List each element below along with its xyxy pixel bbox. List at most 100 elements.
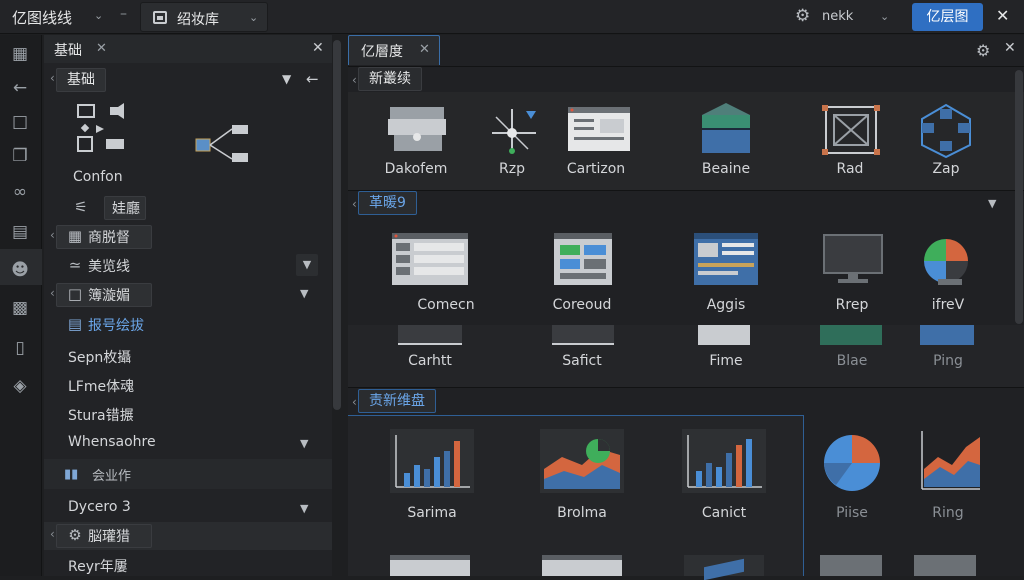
- grid-icon[interactable]: ▩: [9, 297, 31, 319]
- shape-tile[interactable]: Rrep: [804, 231, 900, 313]
- pie-icon: [824, 435, 880, 491]
- chevron-left-icon[interactable]: ‹: [50, 228, 55, 242]
- tile-label: Ring: [932, 505, 964, 521]
- shape-thumb[interactable]: [698, 325, 750, 345]
- chevron-left-icon[interactable]: ‹: [50, 71, 55, 85]
- library-item[interactable]: ▤ 报号绘拔: [50, 313, 332, 337]
- crop-icon[interactable]: □: [9, 111, 31, 133]
- scrollbar[interactable]: [1015, 70, 1023, 324]
- shape-thumb-fill: [704, 558, 744, 580]
- chevron-down-icon[interactable]: ⌄: [249, 11, 258, 24]
- close-icon[interactable]: ✕: [312, 40, 324, 56]
- expand-button[interactable]: ▼: [296, 254, 318, 276]
- tile-label: Carhtt: [408, 353, 452, 369]
- back-arrow-icon[interactable]: ←: [306, 70, 319, 88]
- close-icon[interactable]: ✕: [996, 6, 1009, 25]
- shape-tile[interactable]: Piise: [804, 429, 900, 521]
- connector-shapes-icon[interactable]: [74, 103, 134, 158]
- shape-tile[interactable]: Brolma: [534, 429, 630, 521]
- network-icon: [492, 109, 536, 154]
- section-title[interactable]: 责新维盘: [358, 389, 436, 413]
- section-title[interactable]: 革暖9: [358, 191, 417, 215]
- shape-thumb[interactable]: [820, 325, 882, 345]
- shape-tile[interactable]: Rad: [802, 103, 898, 183]
- library-item[interactable]: ≃ 美览线 ▼: [50, 254, 332, 278]
- close-icon[interactable]: ✕: [96, 41, 107, 56]
- user-label[interactable]: nekk: [822, 9, 853, 24]
- tile-label: Zap: [932, 161, 960, 177]
- list-item[interactable]: Dycero 3: [68, 499, 131, 515]
- category-header[interactable]: ‹ 基础 ▼ ←: [50, 68, 332, 92]
- library-panel: 基础 ✕ ✕ ‹ 基础 ▼ ← Confon ⚟ 娃廳 ‹ ▦ 商脱督 ≃ 美览…: [44, 35, 332, 576]
- shape-tile[interactable]: Ring: [900, 429, 996, 521]
- panel-tab[interactable]: 基础: [54, 40, 82, 60]
- link-icon[interactable]: ∞: [9, 181, 31, 203]
- chevron-left-icon[interactable]: ‹: [352, 73, 357, 87]
- shape-tile[interactable]: Beaine: [678, 103, 774, 183]
- item-label: 报号绘拔: [88, 318, 144, 334]
- graph-icon: [921, 103, 971, 159]
- shape-tile[interactable]: Canict: [676, 429, 772, 521]
- library-item[interactable]: ‹ □ 簿漩媚 ▼: [50, 283, 332, 307]
- chevron-left-icon[interactable]: ‹: [352, 197, 357, 211]
- gear-icon[interactable]: ⚙: [976, 41, 990, 60]
- dropdown-triangle-icon[interactable]: ▼: [988, 197, 996, 210]
- shape-tile[interactable]: Zap: [898, 103, 994, 183]
- shape-thumb[interactable]: [914, 555, 976, 576]
- dropdown-triangle-icon[interactable]: ▼: [282, 72, 291, 86]
- shape-thumb[interactable]: [552, 325, 614, 345]
- shape-tile[interactable]: Comecn: [382, 231, 478, 313]
- gear-icon[interactable]: ⚙: [795, 6, 810, 26]
- list-item[interactable]: Sepn枚攝: [68, 347, 131, 367]
- layout-icon[interactable]: ▦: [9, 43, 31, 65]
- gallery-tab[interactable]: 亿層度 ✕: [348, 35, 440, 65]
- document-icon[interactable]: ▯: [9, 337, 31, 359]
- shape-tile[interactable]: Rzp: [464, 103, 560, 183]
- shape-thumb[interactable]: [684, 555, 764, 580]
- shape-tile[interactable]: Aggis: [678, 231, 774, 313]
- tree-diagram-icon[interactable]: [194, 123, 254, 167]
- scrollbar[interactable]: [333, 40, 341, 410]
- chevron-left-icon[interactable]: ‹: [50, 286, 55, 300]
- shape-tile[interactable]: Cartizon: [548, 103, 644, 183]
- list-item[interactable]: Stura错搌: [68, 405, 134, 425]
- divider: [348, 66, 1024, 67]
- list-item[interactable]: Whensaohre: [68, 434, 156, 450]
- shape-tile[interactable]: Dakofem: [368, 103, 464, 183]
- connect-icon: ⚟: [74, 198, 88, 216]
- arrow-left-icon[interactable]: ←: [9, 77, 31, 99]
- file-tab[interactable]: 绍妆库 ⌄: [140, 2, 268, 32]
- group-header[interactable]: ▮▮ 会业作: [44, 459, 332, 489]
- list-item[interactable]: LFme体魂: [68, 376, 134, 396]
- expand-icon[interactable]: ▼: [300, 437, 308, 450]
- primary-button[interactable]: 亿层图: [912, 3, 983, 31]
- minimize-icon[interactable]: –: [120, 6, 127, 22]
- expand-icon[interactable]: ▼: [300, 502, 308, 515]
- shape-tile[interactable]: ifreV: [900, 231, 996, 313]
- section-title[interactable]: 新叢续: [358, 67, 422, 91]
- library-item[interactable]: ⚟ 娃廳: [50, 196, 332, 220]
- library-item[interactable]: ‹ ⚙ 脳瓘猎: [50, 524, 332, 548]
- shape-thumb[interactable]: [390, 555, 470, 576]
- shape-thumb[interactable]: [820, 555, 882, 576]
- library-item[interactable]: ‹ ▦ 商脱督: [50, 225, 332, 249]
- shape-thumb[interactable]: [542, 555, 622, 576]
- calendar-icon[interactable]: ▤: [9, 221, 31, 243]
- list-item[interactable]: Reyr年屢: [68, 556, 128, 576]
- shape-thumb[interactable]: [398, 325, 462, 345]
- chevron-left-icon[interactable]: ‹: [50, 527, 55, 541]
- shape-thumb[interactable]: [920, 325, 974, 345]
- frame-icon: [822, 105, 880, 155]
- tile-label: Dakofem: [384, 161, 448, 177]
- shield-icon[interactable]: ◈: [9, 375, 31, 397]
- chevron-down-icon[interactable]: ⌄: [880, 10, 889, 23]
- users-icon[interactable]: ☻: [9, 259, 31, 281]
- shape-tile[interactable]: Coreoud: [534, 231, 630, 313]
- expand-icon[interactable]: ▼: [300, 287, 308, 300]
- chevron-left-icon[interactable]: ‹: [352, 395, 357, 409]
- close-icon[interactable]: ✕: [1004, 40, 1016, 56]
- copy-icon[interactable]: ❐: [9, 145, 31, 167]
- close-icon[interactable]: ✕: [419, 42, 430, 57]
- app-menu-chevron-icon[interactable]: ⌄: [94, 9, 103, 22]
- shape-tile[interactable]: Sarima: [384, 429, 480, 521]
